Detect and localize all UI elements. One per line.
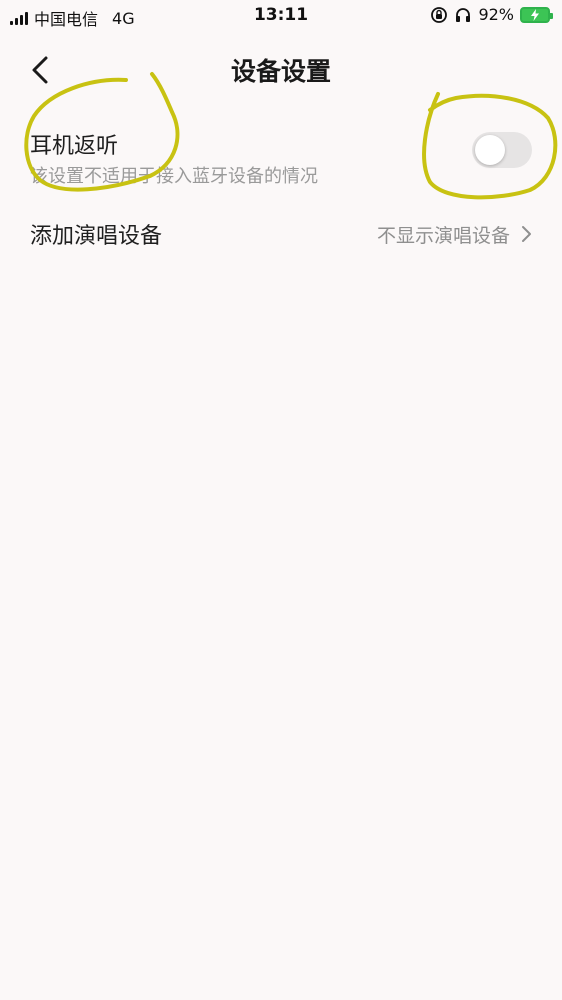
singing-device-label: 添加演唱设备 (30, 224, 163, 249)
battery-percent: 92% (478, 5, 514, 24)
page-title: 设备设置 (230, 57, 331, 86)
setting-row-singing-device[interactable]: 添加演唱设备 不显示演唱设备 (0, 210, 562, 256)
setting-row-ear-monitor: 耳机返听 该设置不适用于接入蓝牙设备的情况 (0, 118, 562, 198)
battery-charging-icon (520, 6, 553, 23)
chevron-right-icon (522, 226, 531, 242)
toggle-knob (475, 135, 505, 165)
ear-monitor-label: 耳机返听 (30, 134, 119, 159)
lock-rotation-icon (431, 6, 448, 23)
ear-monitor-toggle[interactable] (472, 132, 532, 168)
ear-monitor-description: 该设置不适用于接入蓝牙设备的情况 (30, 166, 318, 187)
nav-header: 设备设置 (0, 40, 562, 96)
singing-device-value: 不显示演唱设备 (376, 225, 510, 247)
status-right: 92% (430, 5, 553, 24)
headphones-icon (456, 7, 471, 22)
status-bar: 中国电信 4G 13:11 92% (0, 0, 562, 32)
